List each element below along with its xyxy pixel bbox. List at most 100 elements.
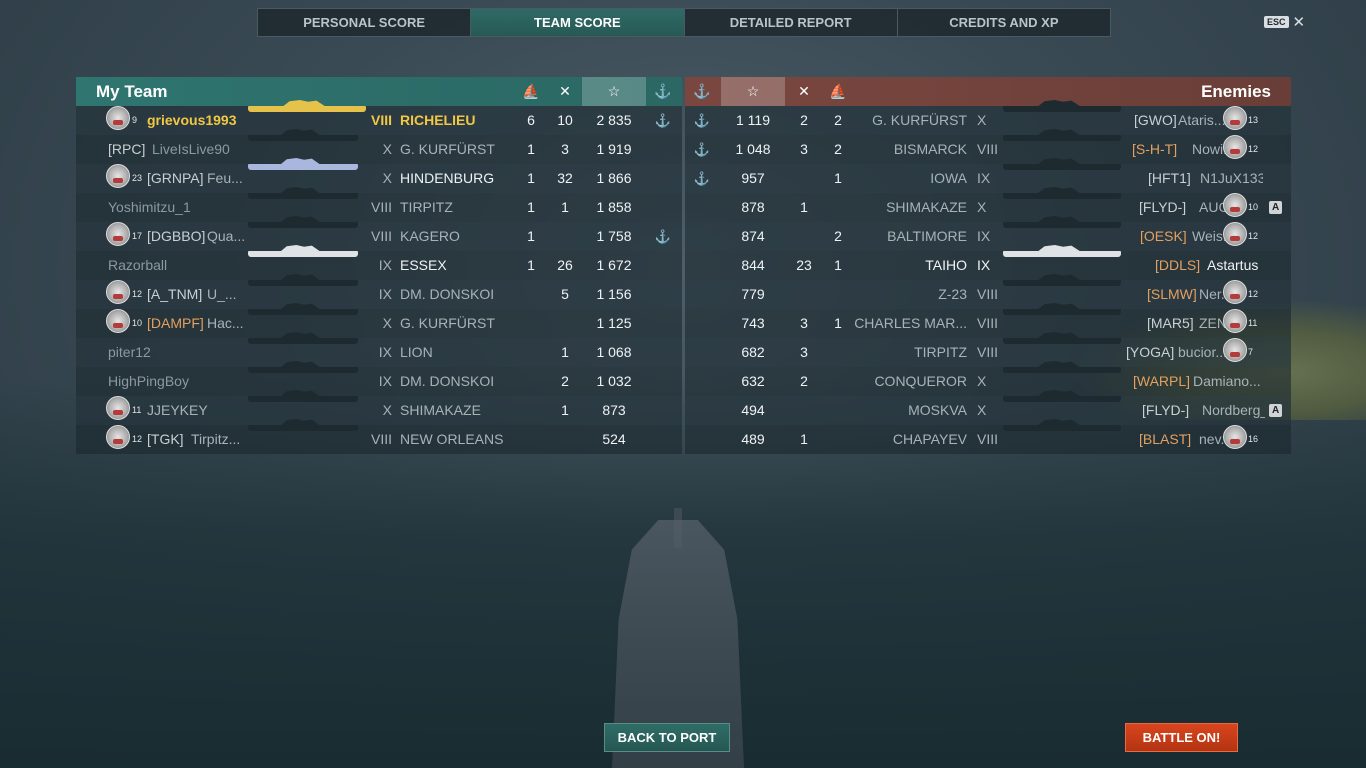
ship-name: TIRPITZ [400,199,453,215]
ship-silhouette-icon [248,106,366,112]
planes-destroyed-value: 6 [527,112,535,128]
base-xp-value: 1 048 [735,141,771,157]
close-button[interactable]: ESC ✕ [1264,13,1305,31]
player-row[interactable]: 11 JJEYKEY X SHIMAKAZE 1 873 [76,396,682,425]
ship-tier: X [977,112,987,128]
ships-destroyed-value: 1 [561,344,569,360]
enemy-row[interactable]: 844 23 1 TAIHO IX [DDLS] Astartus [685,251,1291,280]
base-xp-value: 1 156 [596,286,632,302]
ship-name: LION [400,344,433,360]
clan-tag: [HFT1] [1148,170,1191,186]
back-to-port-button[interactable]: BACK TO PORT [604,723,730,752]
enemy-row[interactable]: ⚓ 1 119 2 2 G. KURFÜRST X [GWO] Ataris... 13 [685,106,1291,135]
player-row[interactable]: piter12 IX LION 1 1 068 [76,338,682,367]
rank-emblem-icon [106,425,130,449]
enemy-row[interactable]: 878 1 SHIMAKAZE X [FLYD-] AUG... 10 A [685,193,1291,222]
planes-destroyed-icon: ⛵ [829,83,847,99]
player-row[interactable]: 9 grievous1993 VIII RICHELIEU 6 10 2 835 ⚓ [76,106,682,135]
ship-silhouette-icon [248,396,358,402]
base-xp-value: 779 [741,286,765,302]
enemy-row[interactable]: 743 3 1 CHARLES MAR... VIII [MAR5] ZEN... 11 [685,309,1291,338]
rank-emblem-icon [1223,222,1247,246]
player-row[interactable]: HighPingBoy IX DM. DONSKOI 2 1 032 [76,367,682,396]
player-name: Hac... [207,315,244,331]
ships-destroyed-value: 1 [561,402,569,418]
base-xp-value: 682 [741,344,765,360]
clan-tag: [S-H-T] [1132,141,1178,157]
player-row[interactable]: Yoshimitzu_1 VIII TIRPITZ 1 1 1 858 [76,193,682,222]
base-xp-value: 2 835 [596,112,632,128]
ship-tier: VIII [370,199,392,215]
ship-name: G. KURFÜRST [872,112,967,128]
tab-detailed-report[interactable]: DETAILED REPORT [685,9,898,36]
clan-tag: [FLYD-] [1142,402,1190,418]
ships-destroyed-value: 3 [800,315,808,331]
base-xp-value: 1 919 [596,141,632,157]
ship-name: BISMARCK [893,141,967,157]
ship-silhouette-icon [1003,338,1121,344]
ships-destroyed-value: 1 [800,431,808,447]
enemy-row[interactable]: 632 2 CONQUEROR X [WARPL] Damiano... [685,367,1291,396]
enemy-row[interactable]: 874 2 BALTIMORE IX [OESK] Weis... 12 [685,222,1291,251]
enemy-row[interactable]: ⚓ 957 1 IOWA IX [HFT1] N1JuX1337 [685,164,1291,193]
planes-destroyed-value: 2 [834,141,842,157]
esc-key-label: ESC [1264,16,1289,28]
rank-level: 13 [1248,115,1259,125]
ship-silhouette-icon [248,309,358,315]
rank-emblem-icon [1223,425,1247,449]
capture-medal-icon: ⚓ [654,229,672,244]
ships-destroyed-value: 26 [557,257,573,273]
tab-credits-and-xp[interactable]: CREDITS AND XP [898,9,1110,36]
base-xp-icon: ☆ [582,77,646,106]
player-row[interactable]: [RPC] LiveIsLive90 X G. KURFÜRST 1 3 1 919 [76,135,682,164]
ship-name: ESSEX [400,257,447,273]
ship-silhouette-icon [248,193,358,199]
tab-personal-score[interactable]: PERSONAL SCORE [258,9,472,36]
clan-tag: [GWO] [1134,112,1177,128]
ship-tier: VIII [977,286,999,302]
ship-name: TAIHO [925,257,967,273]
ship-silhouette-icon [248,164,358,170]
battle-on-button[interactable]: BATTLE ON! [1125,723,1238,752]
ships-destroyed-value: 3 [561,141,569,157]
player-name: bucior... [1178,344,1228,360]
ship-name: DM. DONSKOI [400,286,495,302]
player-row[interactable]: 23 [GRNPA] Feu... X HINDENBURG 1 32 1 866 [76,164,682,193]
rank-level: 12 [132,289,143,299]
rank-emblem-icon [1223,106,1247,130]
rank-emblem-icon [106,164,130,188]
player-row[interactable]: 12 [A_TNM] U_... IX DM. DONSKOI 5 1 156 [76,280,682,309]
rank-level: 10 [132,318,143,328]
player-row[interactable]: 12 [TGK] Tirpitz... VIII NEW ORLEANS 524 [76,425,682,454]
enemy-row[interactable]: 489 1 CHAPAYEV VIII [BLAST] nev... 16 [685,425,1291,454]
player-row[interactable]: Razorball IX ESSEX 1 26 1 672 [76,251,682,280]
planes-destroyed-value: 1 [527,141,535,157]
enemies-list: ⚓ 1 119 2 2 G. KURFÜRST X [GWO] Ataris... 13 ⚓ 1 0… [685,106,1291,454]
player-name: HighPingBoy [108,373,189,389]
clan-tag: [WARPL] [1133,373,1191,389]
ship-tier: IX [378,344,392,360]
player-name: LiveIsLive90 [152,141,230,157]
clan-tag: [OESK] [1140,228,1187,244]
planes-destroyed-value: 1 [527,170,535,186]
base-xp-value: 494 [741,402,765,418]
enemy-row[interactable]: 682 3 TIRPITZ VIII [YOGA] bucior... 7 [685,338,1291,367]
planes-destroyed-value: 1 [527,199,535,215]
ship-silhouette-icon [248,222,358,228]
enemy-row[interactable]: ⚓ 1 048 3 2 BISMARCK VIII [S-H-T] Nowi... 12 [685,135,1291,164]
ship-name: CHARLES MAR... [854,315,967,331]
ships-destroyed-value: 32 [557,170,573,186]
tab-team-score[interactable]: TEAM SCORE [471,9,685,36]
rank-emblem-icon [106,396,130,420]
player-row[interactable]: 10 [DAMPF] Hac... X G. KURFÜRST 1 125 [76,309,682,338]
enemy-row[interactable]: 779 Z-23 VIII [SLMW] Ner... 12 [685,280,1291,309]
clan-tag: [DAMPF] [147,315,204,331]
capture-medal-icon: ⚓ [693,171,711,186]
ship-name: CONQUEROR [874,373,967,389]
base-xp-value: 632 [741,373,765,389]
enemy-row[interactable]: 494 MOSKVA X [FLYD-] Nordberg_ A [685,396,1291,425]
planes-destroyed-value: 2 [834,112,842,128]
player-row[interactable]: 17 [DGBBO] Qua... VIII KAGERO 1 1 758 ⚓ [76,222,682,251]
ships-destroyed-value: 3 [800,141,808,157]
clan-tag: [A_TNM] [147,286,203,302]
